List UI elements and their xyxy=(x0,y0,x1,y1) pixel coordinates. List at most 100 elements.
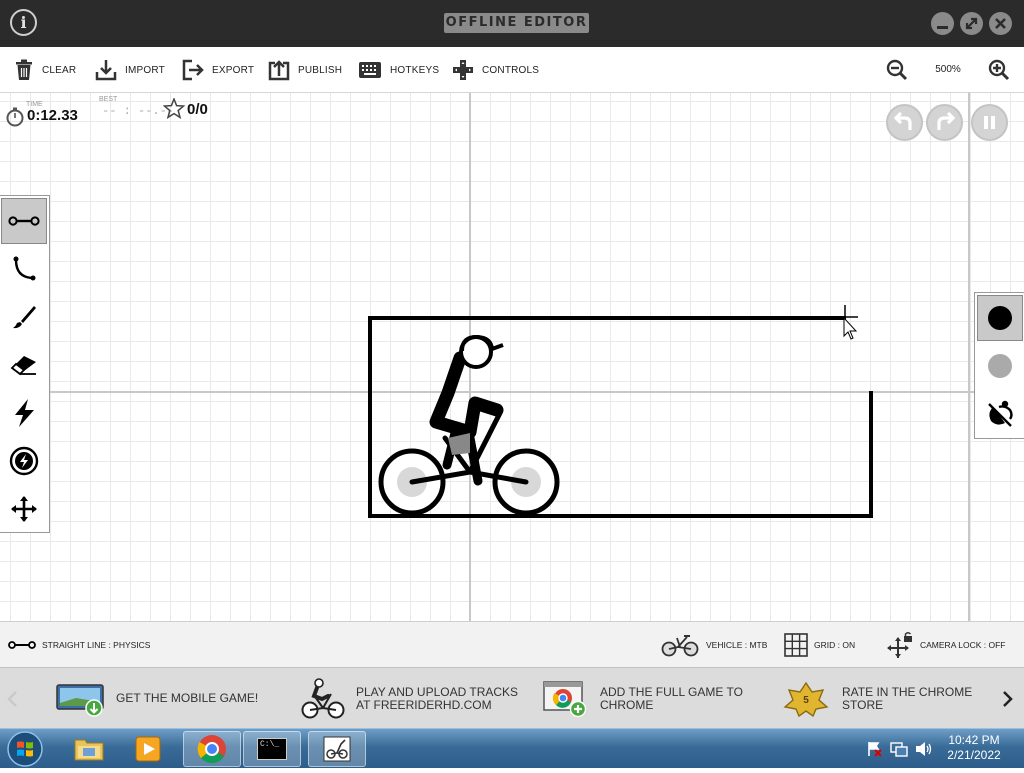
toolbar: CLEAR IMPORT EXPORT PUBLISH HOTKEYS CONT… xyxy=(0,47,1024,93)
taskbar-media-player[interactable] xyxy=(120,731,178,767)
gray-dot-icon xyxy=(988,354,1012,378)
tool-panel xyxy=(0,195,50,533)
network-icon[interactable] xyxy=(890,741,908,757)
gamepad-icon xyxy=(453,60,473,80)
publish-icon xyxy=(268,60,290,81)
curve-tool-icon xyxy=(13,256,36,281)
no-color-icon xyxy=(988,400,1013,427)
promo-line: AT FREERIDERHD.COM xyxy=(356,697,492,712)
badge-number: 5 xyxy=(803,695,809,706)
zoom-in-icon xyxy=(988,59,1010,81)
camera-lock-label: CAMERA LOCK : OFF xyxy=(920,640,1006,650)
boost-icon xyxy=(9,446,39,476)
publish-label: PUBLISH xyxy=(298,64,343,76)
export-label: EXPORT xyxy=(212,64,255,76)
camera-lock-toggle[interactable]: CAMERA LOCK : OFF xyxy=(886,622,1006,668)
action-center-icon[interactable] xyxy=(866,741,882,757)
promo-line: STORE xyxy=(842,697,884,712)
taskbar-chrome[interactable] xyxy=(183,731,241,767)
grid-icon xyxy=(784,633,808,657)
cmd-icon: C:\_ xyxy=(257,738,287,760)
controls-label: CONTROLS xyxy=(482,64,540,76)
eraser-icon xyxy=(10,356,36,376)
promo-line: PLAY AND UPLOAD TRACKS xyxy=(356,684,519,699)
taskbar: C:\_ 10:42 PM 2/21/2022 xyxy=(0,728,1024,768)
promo-add-chrome[interactable]: ADD THE FULL GAME TO CHROME xyxy=(542,668,743,729)
app-title: OFFLINE EDITOR xyxy=(444,13,589,33)
status-bar: STRAIGHT LINE : PHYSICS VEHICLE : MTB GR… xyxy=(0,621,1024,667)
eraser-tool[interactable] xyxy=(1,342,47,388)
taskbar-explorer[interactable] xyxy=(60,731,118,767)
zoom-out-button[interactable] xyxy=(886,47,908,93)
vehicle-selector[interactable]: VEHICLE : MTB xyxy=(660,622,767,668)
title-bar: i OFFLINE EDITOR xyxy=(0,0,1024,47)
promo-rate-store[interactable]: 5 RATE IN THE CHROME STORE xyxy=(780,668,972,729)
curve-tool[interactable] xyxy=(1,246,47,292)
rider-icon xyxy=(301,677,345,718)
windows-start-icon xyxy=(7,731,43,767)
straight-line-tool[interactable] xyxy=(1,198,47,244)
scenery-line-button[interactable] xyxy=(977,343,1023,389)
clock-time: 10:42 PM xyxy=(948,733,1000,747)
promo-rate-text: RATE IN THE CHROME STORE xyxy=(842,685,972,712)
rating-badge-icon: 5 xyxy=(783,681,829,717)
line-tool-icon xyxy=(8,216,40,226)
import-icon xyxy=(95,60,117,81)
system-clock[interactable]: 10:42 PM 2/21/2022 xyxy=(936,733,1012,763)
black-dot-icon xyxy=(988,306,1012,330)
import-button[interactable]: IMPORT xyxy=(95,47,165,93)
promo-line: ADD THE FULL GAME TO xyxy=(600,684,743,699)
volume-icon[interactable] xyxy=(914,741,932,757)
grid-toggle[interactable]: GRID : ON xyxy=(784,622,855,668)
cursor-crosshair-icon xyxy=(833,305,858,340)
info-button[interactable]: i xyxy=(10,9,37,36)
current-tool-label: STRAIGHT LINE : PHYSICS xyxy=(42,640,151,650)
publish-button[interactable]: PUBLISH xyxy=(268,47,342,93)
folder-icon xyxy=(74,739,104,761)
export-icon xyxy=(182,59,204,81)
close-button[interactable] xyxy=(989,12,1012,35)
promo-bar: GET THE MOBILE GAME! PLAY AND UPLOAD TRA… xyxy=(0,667,1024,728)
invisible-line-button[interactable] xyxy=(977,391,1023,437)
start-button[interactable] xyxy=(5,730,45,768)
taskbar-cmd[interactable]: C:\_ xyxy=(243,731,301,767)
promo-line: CHROME xyxy=(600,697,654,712)
bike-icon xyxy=(661,635,699,657)
promo-mobile-text: GET THE MOBILE GAME! xyxy=(116,691,259,705)
promo-chrome-text: ADD THE FULL GAME TO CHROME xyxy=(600,684,743,712)
camera-lock-icon xyxy=(887,632,912,658)
track-drawing xyxy=(368,305,873,518)
chevron-right-icon[interactable] xyxy=(1002,690,1014,708)
taskbar-freerider[interactable] xyxy=(308,731,366,767)
promo-mobile-game[interactable]: GET THE MOBILE GAME! xyxy=(56,668,258,729)
camera-tool[interactable] xyxy=(1,486,47,532)
boost-tool[interactable] xyxy=(1,438,47,484)
controls-button[interactable]: CONTROLS xyxy=(452,47,539,93)
powerup-tool[interactable] xyxy=(1,390,47,436)
trash-icon xyxy=(16,59,32,80)
minimize-button[interactable] xyxy=(931,12,954,35)
promo-freeriderhd[interactable]: PLAY AND UPLOAD TRACKS AT FREERIDERHD.COM xyxy=(300,668,518,729)
bike-rider xyxy=(378,334,560,516)
grid-label: GRID : ON xyxy=(814,640,856,650)
media-player-icon xyxy=(135,736,161,762)
vehicle-label: VEHICLE : MTB xyxy=(706,640,768,650)
line-tool-icon xyxy=(8,641,36,649)
cmd-text: C:\_ xyxy=(260,740,280,749)
zoom-out-icon xyxy=(886,59,908,81)
maximize-button[interactable] xyxy=(960,12,983,35)
zoom-level: 500% xyxy=(935,64,961,75)
hotkeys-label: HOTKEYS xyxy=(390,64,440,76)
physics-line-button[interactable] xyxy=(977,295,1023,341)
freerider-app-icon xyxy=(323,736,351,762)
keyboard-icon xyxy=(359,62,381,78)
clear-button[interactable]: CLEAR xyxy=(14,47,76,93)
zoom-in-button[interactable] xyxy=(988,47,1010,93)
track-canvas[interactable]: TIME 0:12.33 BEST -- : --.-- 0/0 xyxy=(0,93,1024,621)
hotkeys-button[interactable]: HOTKEYS xyxy=(358,47,439,93)
brush-tool[interactable] xyxy=(1,294,47,340)
promo-freeriderhd-text: PLAY AND UPLOAD TRACKS AT FREERIDERHD.COM xyxy=(356,684,519,712)
import-label: IMPORT xyxy=(125,64,165,76)
chevron-left-icon[interactable] xyxy=(6,690,18,708)
export-button[interactable]: EXPORT xyxy=(182,47,254,93)
